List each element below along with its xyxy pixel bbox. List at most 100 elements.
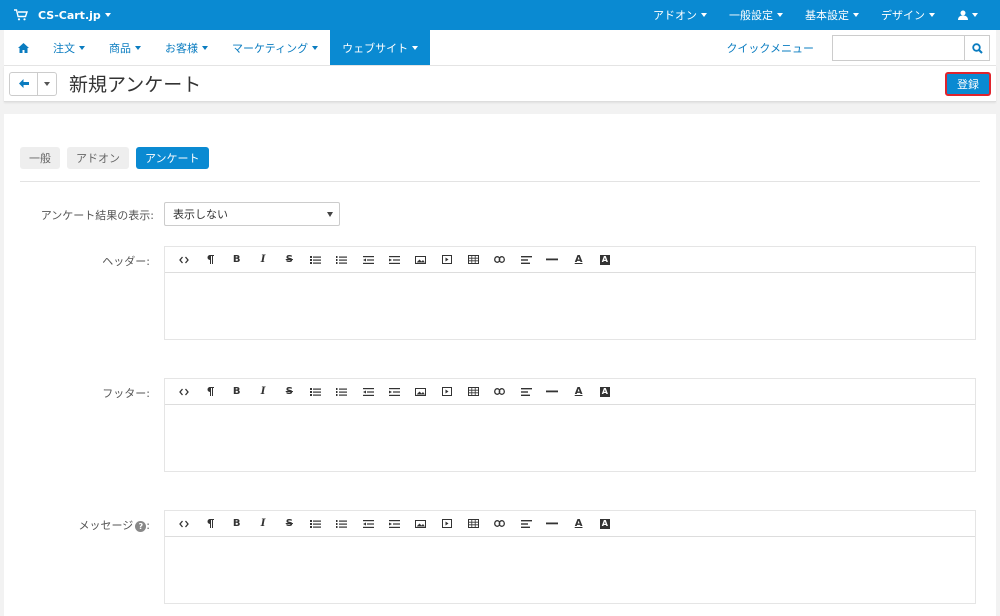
italic-icon: I (260, 386, 266, 397)
top-menu-design[interactable]: デザイン (870, 0, 946, 30)
strikethrough-button[interactable]: S (276, 511, 302, 537)
editor-toolbar: BIS AA (165, 247, 975, 273)
quick-menu[interactable]: クイックメニュー (726, 30, 832, 65)
message-label-text: メッセージ (78, 519, 134, 532)
strikethrough-button[interactable]: S (276, 247, 302, 273)
italic-icon: I (260, 518, 266, 529)
back-color-button[interactable]: A (592, 511, 618, 537)
image-button[interactable] (408, 247, 434, 273)
align-button[interactable] (513, 247, 539, 273)
outdent-button[interactable] (355, 379, 381, 405)
chevron-down-icon (972, 13, 978, 17)
link-button[interactable] (487, 247, 513, 273)
message-editor-area[interactable] (165, 537, 975, 603)
cart-icon (14, 9, 28, 21)
home-link[interactable] (4, 30, 41, 65)
ordered-list-button[interactable] (329, 379, 355, 405)
brand-menu[interactable]: CS-Cart.jp (0, 9, 111, 22)
nav-website[interactable]: ウェブサイト (330, 30, 431, 65)
back-dropdown[interactable] (38, 73, 56, 95)
bold-button[interactable]: B (224, 379, 250, 405)
tab-general[interactable]: 一般 (20, 147, 60, 169)
table-button[interactable] (460, 247, 486, 273)
video-button[interactable] (434, 247, 460, 273)
align-button[interactable] (513, 379, 539, 405)
header-editor-area[interactable] (165, 273, 975, 339)
unordered-list-button[interactable] (302, 511, 328, 537)
table-icon (467, 519, 479, 528)
message-label: メッセージ?: (0, 517, 151, 533)
image-button[interactable] (408, 379, 434, 405)
results-select[interactable]: 表示しない (164, 202, 340, 226)
paragraph-button[interactable] (197, 247, 223, 273)
back-button[interactable] (10, 72, 38, 95)
help-icon[interactable]: ? (135, 520, 147, 532)
strikethrough-icon: S (285, 386, 293, 397)
strikethrough-button[interactable]: S (276, 379, 302, 405)
outdent-button[interactable] (355, 511, 381, 537)
unordered-list-button[interactable] (302, 247, 328, 273)
ordered-list-button[interactable] (329, 511, 355, 537)
font-color-button[interactable]: A (565, 379, 591, 405)
nav-customers[interactable]: お客様 (153, 30, 220, 65)
user-menu[interactable] (946, 10, 1000, 20)
top-menu-basic-settings[interactable]: 基本設定 (794, 0, 870, 30)
link-button[interactable] (487, 511, 513, 537)
top-menu-general-settings[interactable]: 一般設定 (718, 0, 794, 30)
ordered-list-button[interactable] (329, 247, 355, 273)
video-button[interactable] (434, 511, 460, 537)
table-button[interactable] (460, 379, 486, 405)
code-button[interactable] (171, 511, 197, 537)
outdent-button[interactable] (355, 247, 381, 273)
font-color-button[interactable]: A (565, 511, 591, 537)
indent-button[interactable] (381, 247, 407, 273)
header-editor: BIS AA (164, 246, 976, 340)
ordered-list-icon (336, 255, 348, 264)
paragraph-button[interactable] (197, 511, 223, 537)
paragraph-button[interactable] (197, 379, 223, 405)
footer-editor-area[interactable] (165, 405, 975, 471)
nav-marketing[interactable]: マーケティング (220, 30, 330, 65)
horizontal-rule-button[interactable] (539, 379, 565, 405)
tab-bar: 一般 アドオン アンケート (20, 147, 216, 169)
italic-button[interactable]: I (250, 379, 276, 405)
footer-label: フッター: (102, 387, 150, 400)
font-color-button[interactable]: A (565, 247, 591, 273)
tab-poll[interactable]: アンケート (136, 147, 209, 169)
message-label-suffix: : (146, 519, 150, 532)
top-menu-addons[interactable]: アドオン (642, 0, 718, 30)
unordered-list-button[interactable] (302, 379, 328, 405)
code-icon (179, 256, 189, 264)
tab-addons[interactable]: アドオン (67, 147, 129, 169)
code-button[interactable] (171, 247, 197, 273)
indent-button[interactable] (381, 511, 407, 537)
image-button[interactable] (408, 511, 434, 537)
back-color-button[interactable]: A (592, 247, 618, 273)
chevron-down-icon (79, 45, 85, 50)
search-input[interactable] (832, 35, 964, 61)
save-button[interactable]: 登録 (945, 71, 991, 96)
results-select-value: 表示しない (173, 208, 228, 221)
chevron-down-icon (853, 13, 859, 17)
bold-button[interactable]: B (224, 247, 250, 273)
chevron-down-icon (44, 81, 50, 86)
bold-button[interactable]: B (224, 511, 250, 537)
nav-products[interactable]: 商品 (97, 30, 153, 65)
link-button[interactable] (487, 379, 513, 405)
back-color-button[interactable]: A (592, 379, 618, 405)
quick-menu-label: クイックメニュー (726, 41, 814, 55)
horizontal-rule-button[interactable] (539, 247, 565, 273)
ordered-list-icon (336, 519, 348, 528)
search-button[interactable] (964, 35, 990, 61)
table-button[interactable] (460, 511, 486, 537)
nav-orders[interactable]: 注文 (41, 30, 97, 65)
italic-button[interactable]: I (250, 247, 276, 273)
code-button[interactable] (171, 379, 197, 405)
horizontal-rule-button[interactable] (539, 511, 565, 537)
indent-button[interactable] (381, 379, 407, 405)
outdent-icon (362, 519, 374, 528)
video-button[interactable] (434, 379, 460, 405)
italic-button[interactable]: I (250, 511, 276, 537)
divider (20, 181, 980, 182)
align-button[interactable] (513, 511, 539, 537)
